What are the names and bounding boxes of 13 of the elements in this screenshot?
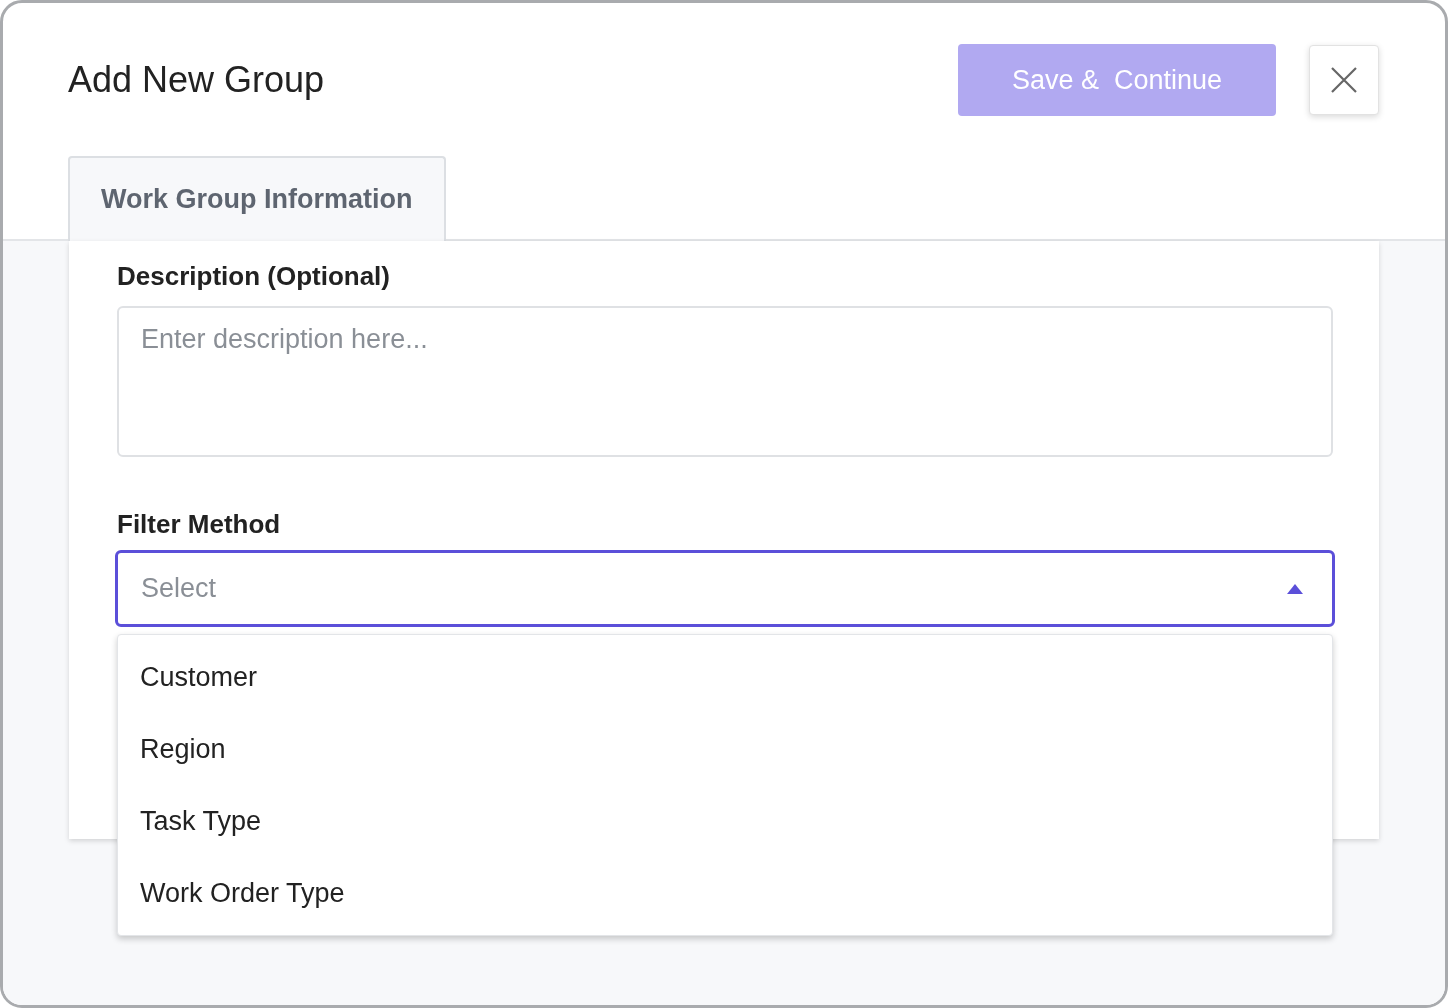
dropdown-option[interactable]: Work Order Type xyxy=(118,857,1332,929)
dropdown-option[interactable]: Task Type xyxy=(118,785,1332,857)
select-placeholder: Select xyxy=(141,573,217,604)
caret-icon xyxy=(1287,583,1303,594)
close-icon xyxy=(1330,66,1358,94)
field-label: Filter Method xyxy=(117,509,282,540)
dropdown-option[interactable]: Region xyxy=(118,713,1332,785)
tab[interactable]: Work Group Information xyxy=(68,156,446,241)
dropdown-option[interactable]: Customer xyxy=(118,641,1332,713)
description-field[interactable]: Enter description here... xyxy=(117,306,1333,457)
close-button[interactable] xyxy=(1309,45,1379,115)
dialog-title: Add New Group xyxy=(68,59,326,101)
field-label: Description (Optional) xyxy=(117,261,391,292)
